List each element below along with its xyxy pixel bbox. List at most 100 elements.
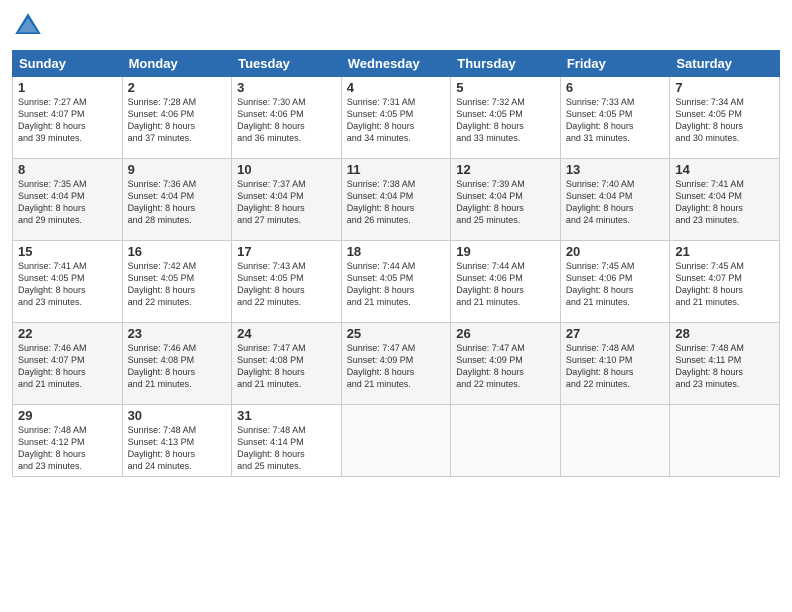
day-details: Sunrise: 7:46 AMSunset: 4:08 PMDaylight:… xyxy=(128,342,227,391)
calendar-week-2: 8Sunrise: 7:35 AMSunset: 4:04 PMDaylight… xyxy=(13,159,780,241)
calendar-day-21: 21Sunrise: 7:45 AMSunset: 4:07 PMDayligh… xyxy=(670,241,780,323)
calendar-day-26: 26Sunrise: 7:47 AMSunset: 4:09 PMDayligh… xyxy=(451,323,561,405)
day-details: Sunrise: 7:36 AMSunset: 4:04 PMDaylight:… xyxy=(128,178,227,227)
day-details: Sunrise: 7:37 AMSunset: 4:04 PMDaylight:… xyxy=(237,178,336,227)
day-details: Sunrise: 7:42 AMSunset: 4:05 PMDaylight:… xyxy=(128,260,227,309)
day-number: 26 xyxy=(456,326,555,341)
calendar-body: 1Sunrise: 7:27 AMSunset: 4:07 PMDaylight… xyxy=(13,77,780,477)
day-number: 18 xyxy=(347,244,446,259)
header-day-friday: Friday xyxy=(560,51,670,77)
header-day-wednesday: Wednesday xyxy=(341,51,451,77)
calendar-day-11: 11Sunrise: 7:38 AMSunset: 4:04 PMDayligh… xyxy=(341,159,451,241)
day-number: 14 xyxy=(675,162,774,177)
calendar-week-1: 1Sunrise: 7:27 AMSunset: 4:07 PMDaylight… xyxy=(13,77,780,159)
calendar-day-14: 14Sunrise: 7:41 AMSunset: 4:04 PMDayligh… xyxy=(670,159,780,241)
header-day-monday: Monday xyxy=(122,51,232,77)
calendar-empty xyxy=(560,405,670,477)
day-number: 28 xyxy=(675,326,774,341)
calendar-day-25: 25Sunrise: 7:47 AMSunset: 4:09 PMDayligh… xyxy=(341,323,451,405)
header-day-saturday: Saturday xyxy=(670,51,780,77)
day-number: 27 xyxy=(566,326,665,341)
calendar-day-23: 23Sunrise: 7:46 AMSunset: 4:08 PMDayligh… xyxy=(122,323,232,405)
calendar-day-3: 3Sunrise: 7:30 AMSunset: 4:06 PMDaylight… xyxy=(232,77,342,159)
day-details: Sunrise: 7:48 AMSunset: 4:14 PMDaylight:… xyxy=(237,424,336,473)
day-details: Sunrise: 7:31 AMSunset: 4:05 PMDaylight:… xyxy=(347,96,446,145)
day-number: 21 xyxy=(675,244,774,259)
header-day-sunday: Sunday xyxy=(13,51,123,77)
day-details: Sunrise: 7:43 AMSunset: 4:05 PMDaylight:… xyxy=(237,260,336,309)
calendar-day-15: 15Sunrise: 7:41 AMSunset: 4:05 PMDayligh… xyxy=(13,241,123,323)
day-details: Sunrise: 7:41 AMSunset: 4:05 PMDaylight:… xyxy=(18,260,117,309)
day-number: 23 xyxy=(128,326,227,341)
calendar-empty xyxy=(670,405,780,477)
day-details: Sunrise: 7:48 AMSunset: 4:10 PMDaylight:… xyxy=(566,342,665,391)
logo-icon xyxy=(12,10,44,42)
day-details: Sunrise: 7:48 AMSunset: 4:13 PMDaylight:… xyxy=(128,424,227,473)
calendar-table: SundayMondayTuesdayWednesdayThursdayFrid… xyxy=(12,50,780,477)
calendar-day-6: 6Sunrise: 7:33 AMSunset: 4:05 PMDaylight… xyxy=(560,77,670,159)
calendar-day-16: 16Sunrise: 7:42 AMSunset: 4:05 PMDayligh… xyxy=(122,241,232,323)
calendar-day-19: 19Sunrise: 7:44 AMSunset: 4:06 PMDayligh… xyxy=(451,241,561,323)
day-number: 30 xyxy=(128,408,227,423)
calendar-day-30: 30Sunrise: 7:48 AMSunset: 4:13 PMDayligh… xyxy=(122,405,232,477)
day-number: 19 xyxy=(456,244,555,259)
day-details: Sunrise: 7:32 AMSunset: 4:05 PMDaylight:… xyxy=(456,96,555,145)
calendar-empty xyxy=(341,405,451,477)
day-number: 3 xyxy=(237,80,336,95)
day-details: Sunrise: 7:47 AMSunset: 4:09 PMDaylight:… xyxy=(347,342,446,391)
day-number: 12 xyxy=(456,162,555,177)
calendar-empty xyxy=(451,405,561,477)
calendar-day-9: 9Sunrise: 7:36 AMSunset: 4:04 PMDaylight… xyxy=(122,159,232,241)
day-details: Sunrise: 7:40 AMSunset: 4:04 PMDaylight:… xyxy=(566,178,665,227)
day-details: Sunrise: 7:46 AMSunset: 4:07 PMDaylight:… xyxy=(18,342,117,391)
calendar-day-22: 22Sunrise: 7:46 AMSunset: 4:07 PMDayligh… xyxy=(13,323,123,405)
day-number: 20 xyxy=(566,244,665,259)
day-details: Sunrise: 7:45 AMSunset: 4:07 PMDaylight:… xyxy=(675,260,774,309)
day-number: 24 xyxy=(237,326,336,341)
calendar-day-4: 4Sunrise: 7:31 AMSunset: 4:05 PMDaylight… xyxy=(341,77,451,159)
calendar-day-5: 5Sunrise: 7:32 AMSunset: 4:05 PMDaylight… xyxy=(451,77,561,159)
header-day-thursday: Thursday xyxy=(451,51,561,77)
day-number: 6 xyxy=(566,80,665,95)
calendar-day-10: 10Sunrise: 7:37 AMSunset: 4:04 PMDayligh… xyxy=(232,159,342,241)
day-details: Sunrise: 7:35 AMSunset: 4:04 PMDaylight:… xyxy=(18,178,117,227)
day-details: Sunrise: 7:27 AMSunset: 4:07 PMDaylight:… xyxy=(18,96,117,145)
day-number: 7 xyxy=(675,80,774,95)
day-number: 25 xyxy=(347,326,446,341)
page-container: SundayMondayTuesdayWednesdayThursdayFrid… xyxy=(0,0,792,612)
day-number: 10 xyxy=(237,162,336,177)
day-number: 15 xyxy=(18,244,117,259)
calendar-day-12: 12Sunrise: 7:39 AMSunset: 4:04 PMDayligh… xyxy=(451,159,561,241)
day-number: 16 xyxy=(128,244,227,259)
calendar-day-18: 18Sunrise: 7:44 AMSunset: 4:05 PMDayligh… xyxy=(341,241,451,323)
day-details: Sunrise: 7:28 AMSunset: 4:06 PMDaylight:… xyxy=(128,96,227,145)
header-row: SundayMondayTuesdayWednesdayThursdayFrid… xyxy=(13,51,780,77)
calendar-header: SundayMondayTuesdayWednesdayThursdayFrid… xyxy=(13,51,780,77)
calendar-week-3: 15Sunrise: 7:41 AMSunset: 4:05 PMDayligh… xyxy=(13,241,780,323)
day-number: 17 xyxy=(237,244,336,259)
day-details: Sunrise: 7:39 AMSunset: 4:04 PMDaylight:… xyxy=(456,178,555,227)
calendar-day-31: 31Sunrise: 7:48 AMSunset: 4:14 PMDayligh… xyxy=(232,405,342,477)
day-number: 22 xyxy=(18,326,117,341)
calendar-day-2: 2Sunrise: 7:28 AMSunset: 4:06 PMDaylight… xyxy=(122,77,232,159)
day-number: 13 xyxy=(566,162,665,177)
day-number: 2 xyxy=(128,80,227,95)
day-details: Sunrise: 7:47 AMSunset: 4:09 PMDaylight:… xyxy=(456,342,555,391)
day-details: Sunrise: 7:48 AMSunset: 4:12 PMDaylight:… xyxy=(18,424,117,473)
day-details: Sunrise: 7:38 AMSunset: 4:04 PMDaylight:… xyxy=(347,178,446,227)
calendar-week-4: 22Sunrise: 7:46 AMSunset: 4:07 PMDayligh… xyxy=(13,323,780,405)
day-number: 9 xyxy=(128,162,227,177)
day-number: 11 xyxy=(347,162,446,177)
calendar-day-20: 20Sunrise: 7:45 AMSunset: 4:06 PMDayligh… xyxy=(560,241,670,323)
day-number: 4 xyxy=(347,80,446,95)
header-day-tuesday: Tuesday xyxy=(232,51,342,77)
calendar-week-5: 29Sunrise: 7:48 AMSunset: 4:12 PMDayligh… xyxy=(13,405,780,477)
calendar-day-13: 13Sunrise: 7:40 AMSunset: 4:04 PMDayligh… xyxy=(560,159,670,241)
day-details: Sunrise: 7:47 AMSunset: 4:08 PMDaylight:… xyxy=(237,342,336,391)
calendar-day-17: 17Sunrise: 7:43 AMSunset: 4:05 PMDayligh… xyxy=(232,241,342,323)
calendar-day-7: 7Sunrise: 7:34 AMSunset: 4:05 PMDaylight… xyxy=(670,77,780,159)
calendar-day-8: 8Sunrise: 7:35 AMSunset: 4:04 PMDaylight… xyxy=(13,159,123,241)
day-details: Sunrise: 7:34 AMSunset: 4:05 PMDaylight:… xyxy=(675,96,774,145)
calendar-day-29: 29Sunrise: 7:48 AMSunset: 4:12 PMDayligh… xyxy=(13,405,123,477)
calendar-day-28: 28Sunrise: 7:48 AMSunset: 4:11 PMDayligh… xyxy=(670,323,780,405)
